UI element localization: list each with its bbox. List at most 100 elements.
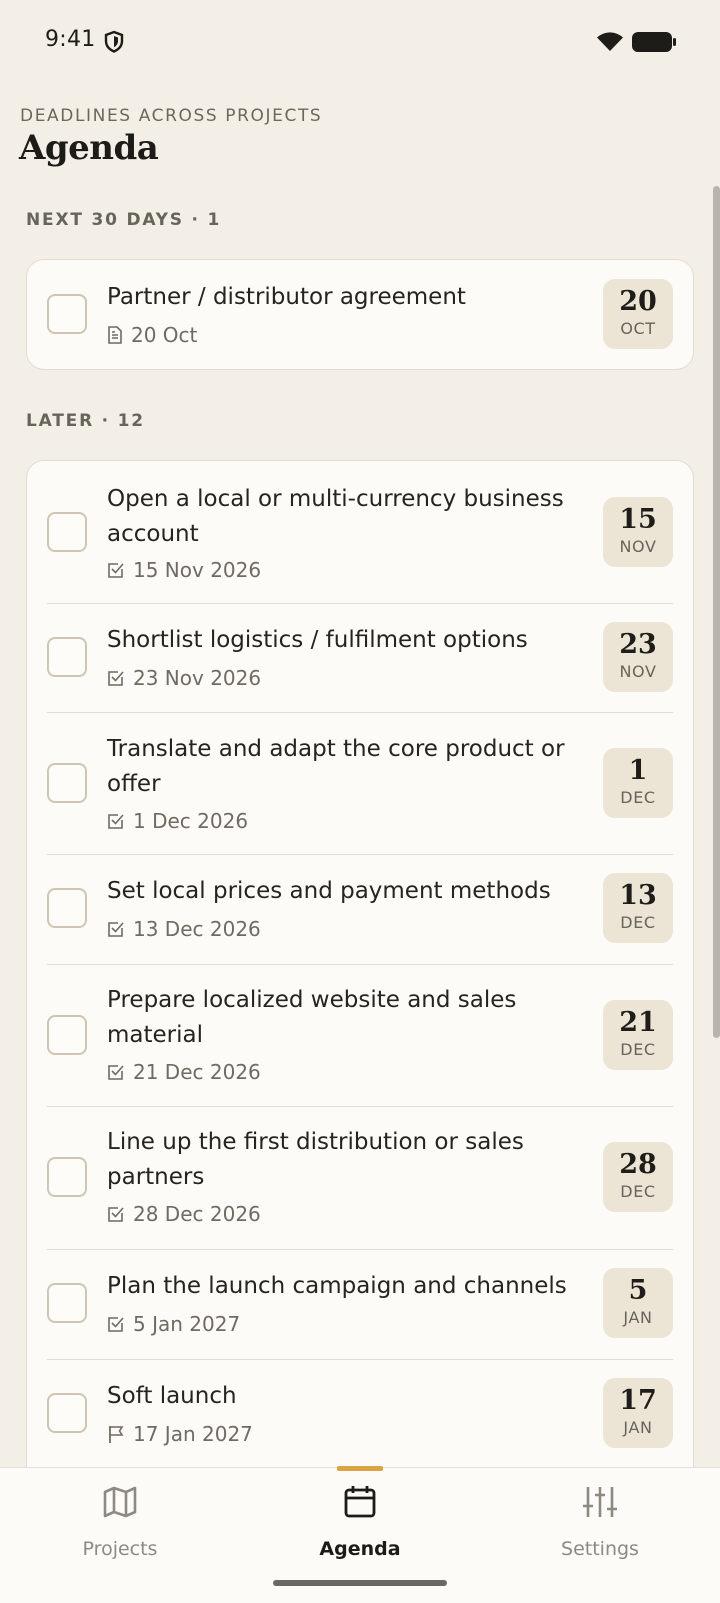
task-checkbox[interactable] (47, 1283, 87, 1323)
list-item[interactable]: Plan the launch campaign and channels 5 … (27, 1249, 693, 1359)
page-title: Agenda (19, 128, 159, 168)
task-meta: 5 Jan 2027 (107, 1312, 240, 1336)
status-time: 9:41 (45, 27, 96, 52)
task-checkbox[interactable] (47, 294, 87, 334)
task-meta: 20 Oct (107, 323, 197, 347)
date-badge: 23 NOV (603, 622, 673, 692)
tab-projects[interactable]: Projects (0, 1468, 240, 1568)
task-date-text: 1 Dec 2026 (133, 809, 249, 833)
task-check-icon (108, 671, 124, 686)
date-badge-month: NOV (619, 537, 657, 556)
date-badge-day: 5 (628, 1275, 648, 1306)
date-badge-day: 13 (619, 880, 657, 911)
date-badge: 28 DEC (603, 1142, 673, 1212)
task-title: Prepare localized website and sales mate… (107, 987, 517, 1048)
date-badge-month: DEC (620, 913, 656, 932)
date-badge: 17 JAN (603, 1378, 673, 1448)
task-check-icon (108, 814, 124, 829)
list-item[interactable]: Set local prices and payment methods 13 … (27, 854, 693, 964)
task-date-text: 15 Nov 2026 (133, 558, 262, 582)
task-checkbox[interactable] (47, 763, 87, 803)
date-badge: 5 JAN (603, 1268, 673, 1338)
task-check-icon (108, 1317, 124, 1332)
date-badge: 15 NOV (603, 497, 673, 567)
task-checkbox[interactable] (47, 888, 87, 928)
battery-icon (632, 32, 676, 56)
date-badge-day: 20 (619, 286, 657, 317)
task-meta: 28 Dec 2026 (107, 1202, 261, 1226)
task-check-icon (108, 563, 124, 578)
flag-icon (109, 1426, 124, 1443)
date-badge-month: JAN (623, 1308, 653, 1327)
task-check-icon (108, 1207, 124, 1222)
home-indicator[interactable] (273, 1580, 447, 1586)
active-tab-indicator (337, 1466, 383, 1471)
date-badge: 20 OCT (603, 279, 673, 349)
shield-icon (103, 30, 125, 58)
task-checkbox[interactable] (47, 637, 87, 677)
task-date-text: 17 Jan 2027 (133, 1422, 253, 1446)
task-title: Shortlist logistics / fulfilment options (107, 627, 528, 653)
date-badge: 1 DEC (603, 748, 673, 818)
tab-agenda[interactable]: Agenda (240, 1468, 480, 1568)
section-label-next-30-days: NEXT 30 DAYS · 1 (26, 210, 222, 230)
scrollbar[interactable] (713, 186, 720, 1038)
date-badge-month: OCT (620, 319, 656, 338)
date-badge-day: 28 (619, 1149, 657, 1180)
list-item[interactable]: Partner / distributor agreement 20 Oct 2… (27, 260, 693, 368)
list-item[interactable]: Open a local or multi-currency business … (27, 461, 693, 603)
task-date-text: 21 Dec 2026 (133, 1060, 261, 1084)
task-check-icon (108, 922, 124, 937)
section-card-later: Open a local or multi-currency business … (26, 460, 694, 1520)
list-item[interactable]: Prepare localized website and sales mate… (27, 964, 693, 1106)
task-title: Soft launch (107, 1383, 237, 1409)
task-title: Set local prices and payment methods (107, 878, 551, 904)
task-meta: 1 Dec 2026 (107, 809, 248, 833)
section-card-next-30-days: Partner / distributor agreement 20 Oct 2… (26, 259, 694, 370)
task-title: Open a local or multi-currency business … (107, 486, 564, 547)
section-label-later: LATER · 12 (26, 411, 145, 431)
task-title: Plan the launch campaign and channels (107, 1273, 567, 1299)
date-badge-day: 17 (619, 1385, 657, 1416)
page-eyebrow: DEADLINES ACROSS PROJECTS (20, 106, 323, 126)
task-title: Line up the first distribution or sales … (107, 1129, 524, 1190)
tab-label: Agenda (319, 1538, 401, 1560)
list-item[interactable]: Soft launch 17 Jan 2027 17 JAN (27, 1359, 693, 1469)
task-meta: 17 Jan 2027 (107, 1422, 253, 1446)
date-badge: 13 DEC (603, 873, 673, 943)
wifi-icon (596, 31, 624, 57)
task-checkbox[interactable] (47, 1015, 87, 1055)
tab-label: Projects (82, 1538, 158, 1560)
task-checkbox[interactable] (47, 1157, 87, 1197)
date-badge-month: DEC (620, 1182, 656, 1201)
task-date-text: 13 Dec 2026 (133, 917, 261, 941)
calendar-icon (342, 1484, 378, 1524)
task-date-text: 28 Dec 2026 (133, 1202, 261, 1226)
tab-label: Settings (561, 1538, 639, 1560)
date-badge-month: DEC (620, 1040, 656, 1059)
task-meta: 13 Dec 2026 (107, 917, 261, 941)
date-badge-month: DEC (620, 788, 656, 807)
date-badge-month: JAN (623, 1418, 653, 1437)
map-icon (102, 1484, 138, 1524)
date-badge-day: 23 (619, 629, 657, 660)
task-meta: 23 Nov 2026 (107, 666, 261, 690)
date-badge-month: NOV (619, 662, 657, 681)
sliders-icon (582, 1484, 618, 1524)
status-bar: 9:41 (0, 0, 720, 84)
task-title: Partner / distributor agreement (107, 284, 466, 310)
list-item[interactable]: Shortlist logistics / fulfilment options… (27, 603, 693, 712)
task-date-text: 5 Jan 2027 (133, 1312, 241, 1336)
task-date-text: 23 Nov 2026 (133, 666, 262, 690)
task-title: Translate and adapt the core product or … (107, 736, 565, 797)
task-check-icon (108, 1065, 124, 1080)
list-item[interactable]: Line up the first distribution or sales … (27, 1106, 693, 1249)
document-icon (108, 326, 122, 344)
date-badge: 21 DEC (603, 1000, 673, 1070)
task-checkbox[interactable] (47, 512, 87, 552)
list-item[interactable]: Translate and adapt the core product or … (27, 712, 693, 854)
date-badge-day: 15 (619, 504, 657, 535)
task-meta: 15 Nov 2026 (107, 558, 261, 582)
tab-settings[interactable]: Settings (480, 1468, 720, 1568)
task-checkbox[interactable] (47, 1393, 87, 1433)
